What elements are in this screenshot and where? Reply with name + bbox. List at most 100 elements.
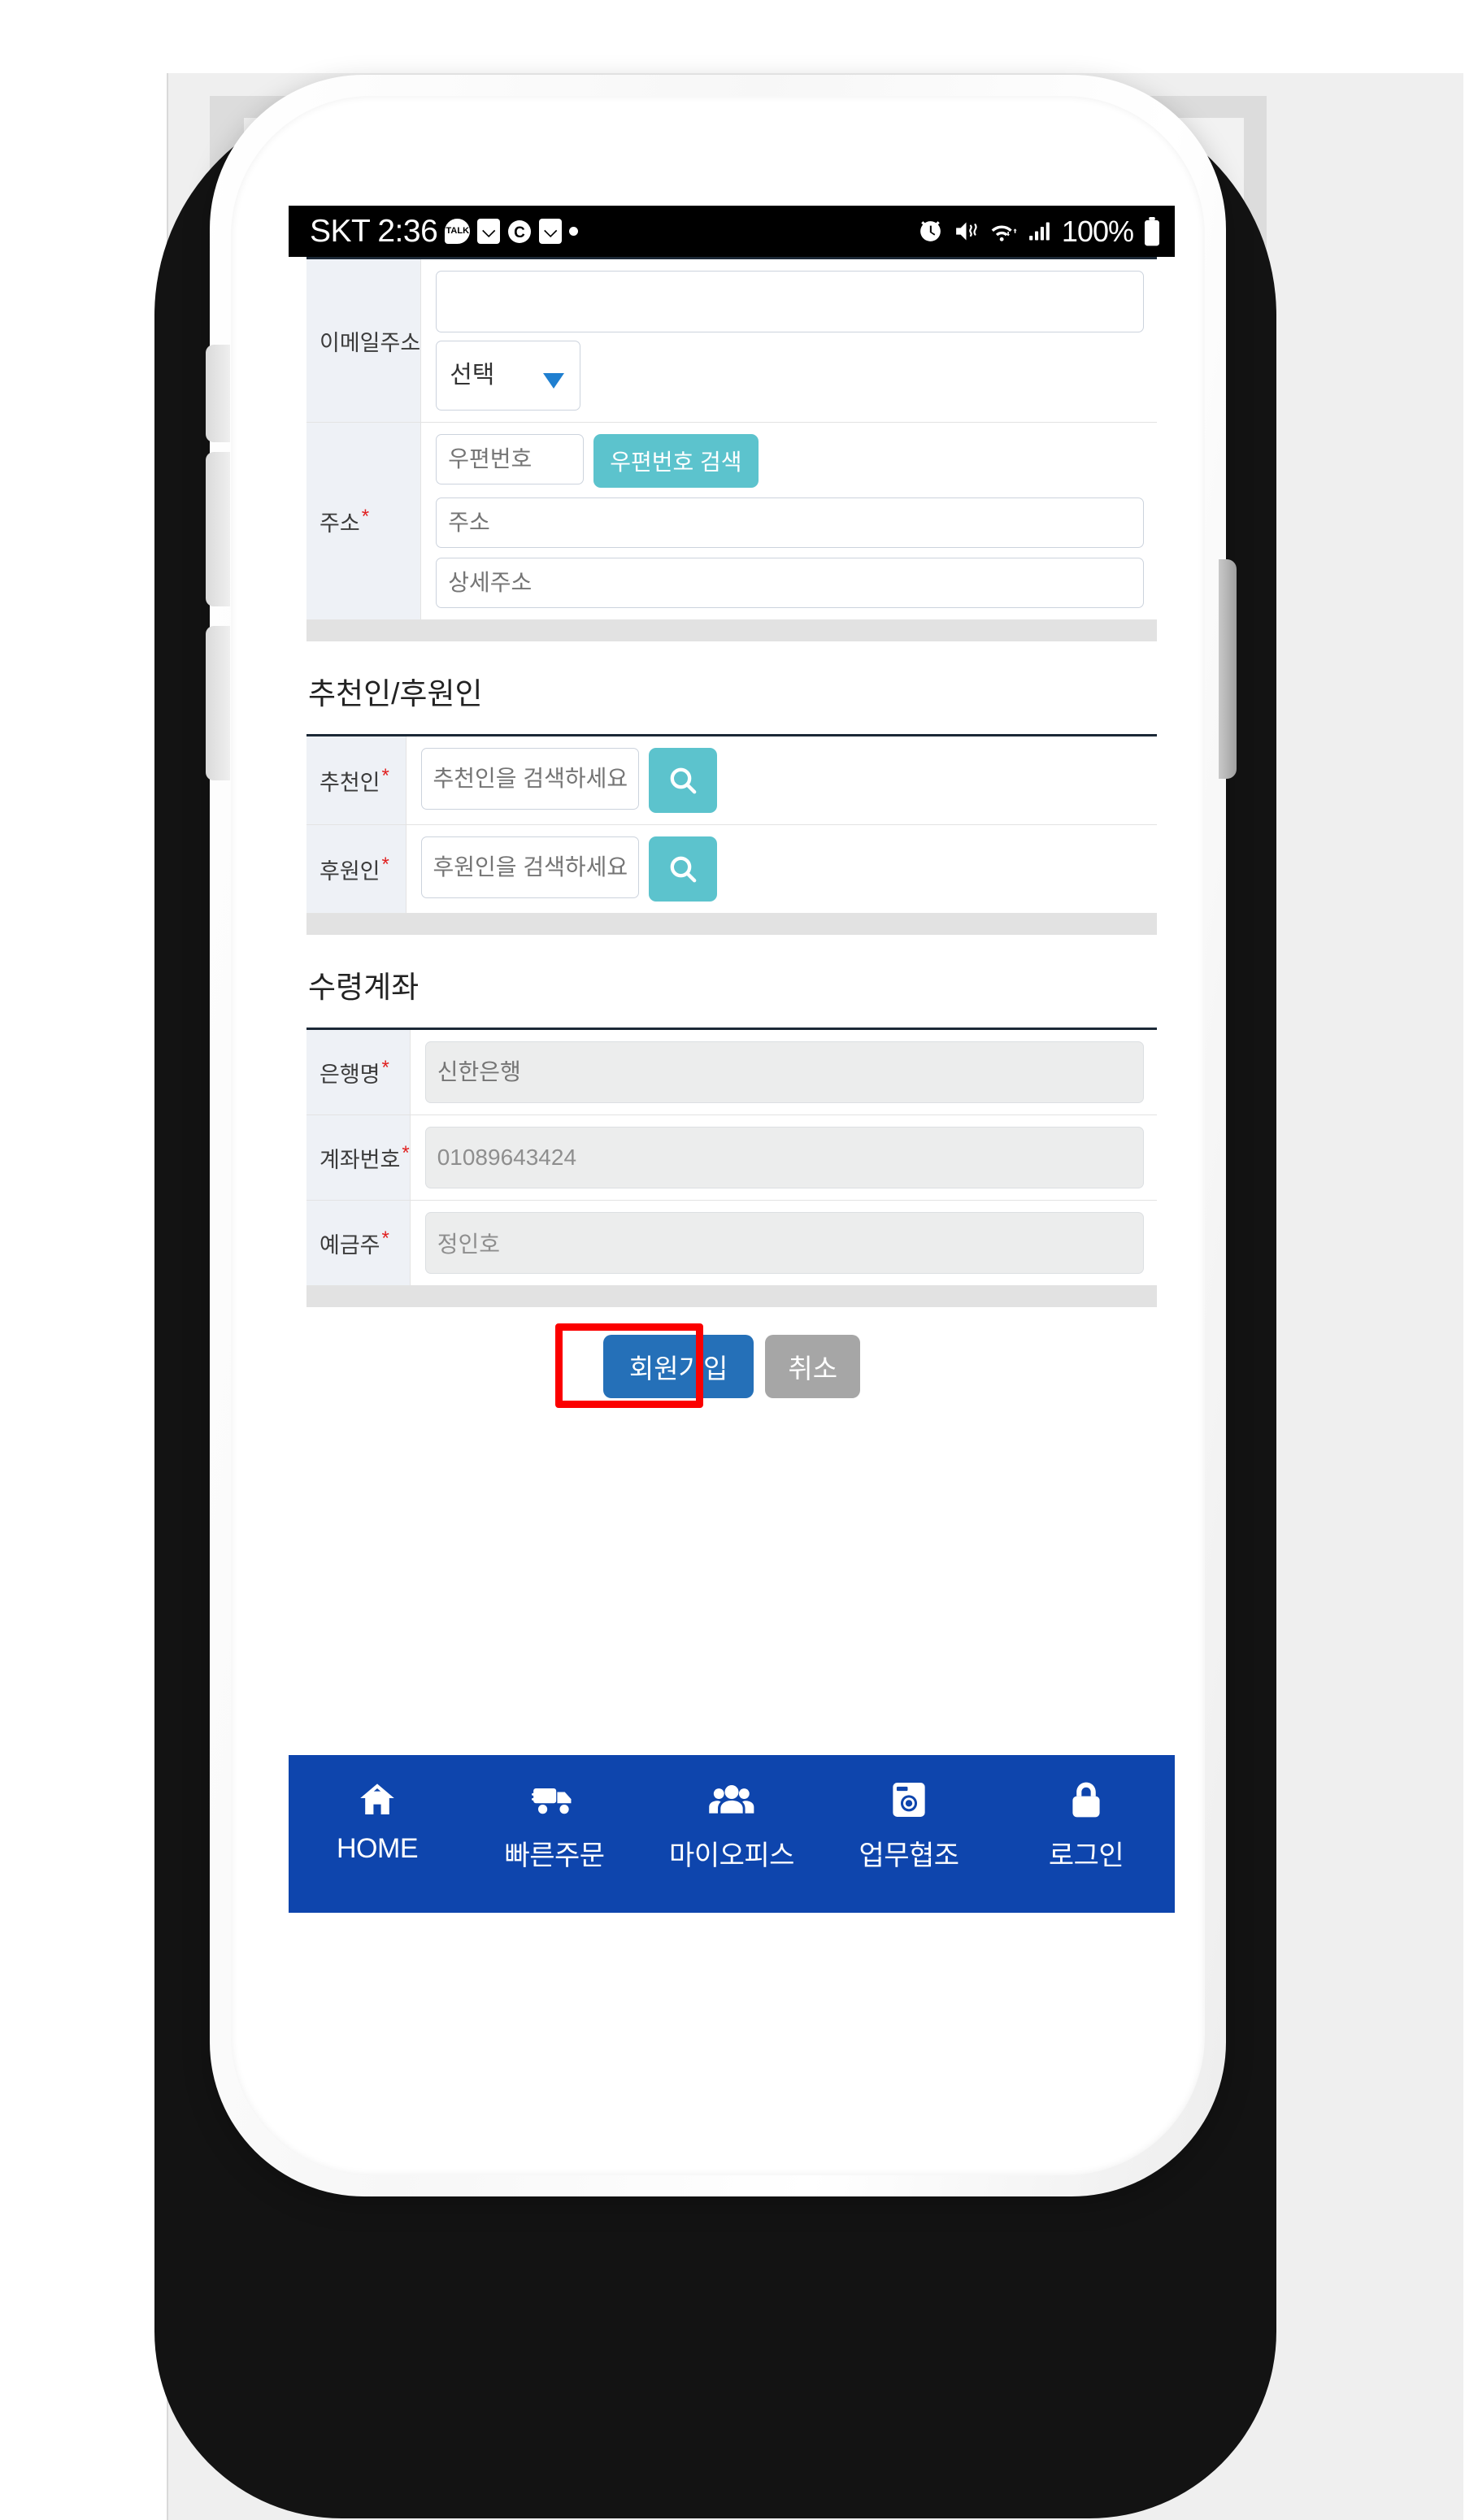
referrer-table: 추천인* 추천인을 검색하세요 후원인* 후원인을 검색하세요	[306, 734, 1157, 914]
users-icon	[708, 1776, 755, 1823]
zip-row: 우편번호 검색	[436, 434, 1144, 488]
label-account-number-text: 계좌번호	[320, 1147, 401, 1172]
account-number-input[interactable]	[424, 1127, 1144, 1188]
table-row-account-holder: 예금주*	[306, 1200, 1157, 1286]
clock-label: 2:36	[377, 213, 438, 249]
address-detail-input[interactable]	[436, 558, 1144, 608]
search-icon	[667, 764, 699, 797]
label-bank-name: 은행명*	[306, 1028, 411, 1115]
address-input[interactable]	[436, 497, 1144, 548]
nav-item-login[interactable]: 로그인	[1005, 1776, 1167, 1873]
label-referrer: 추천인*	[306, 735, 406, 825]
email-input[interactable]	[436, 271, 1144, 332]
page-content: 이메일주소 선택 주소* 우편번호 우편번호 검색 주소 상세주소 추천인/후원…	[289, 257, 1175, 1913]
required-marker: *	[381, 1227, 389, 1249]
sponsor-input[interactable]	[420, 836, 639, 898]
cell-referrer	[406, 735, 1157, 825]
nav-item-myoffice[interactable]: 마이오피스	[650, 1776, 813, 1873]
search-icon	[667, 853, 699, 885]
referrer-section-heading: 추천인/후원인	[308, 677, 483, 710]
table-row-referrer: 추천인*	[306, 735, 1157, 825]
label-email-text: 이메일주소	[320, 330, 421, 355]
battery-percent-label: 100%	[1061, 214, 1134, 248]
wifi-icon	[989, 218, 1017, 245]
label-sponsor: 후원인*	[306, 824, 406, 914]
nav-label-collaboration: 업무협조	[859, 1840, 959, 1871]
cell-account-number	[410, 1114, 1157, 1201]
camera-icon	[889, 1776, 928, 1823]
table-row-address: 주소* 우편번호 검색	[306, 422, 1157, 620]
lock-icon	[1068, 1776, 1104, 1823]
table-row-sponsor: 후원인*	[306, 824, 1157, 914]
signal-icon	[1026, 218, 1053, 245]
label-account-holder: 예금주*	[306, 1200, 411, 1286]
required-marker: *	[402, 1141, 410, 1164]
label-account-number: 계좌번호*	[306, 1114, 411, 1201]
required-marker: *	[381, 853, 389, 875]
cell-account-holder	[410, 1200, 1157, 1286]
table-row-bank: 은행명*	[306, 1028, 1157, 1115]
home-icon	[356, 1776, 398, 1823]
truck-icon	[532, 1776, 577, 1823]
referrer-search-button[interactable]	[648, 748, 717, 813]
nav-item-quick-order[interactable]: 빠른주문	[473, 1776, 636, 1873]
cancel-button[interactable]: 취소	[765, 1335, 861, 1398]
required-marker: *	[381, 764, 389, 787]
label-referrer-text: 추천인	[320, 770, 380, 795]
nav-label-login: 로그인	[1048, 1840, 1124, 1871]
email-domain-select-wrapper: 선택	[436, 341, 581, 411]
referrer-search-row	[420, 748, 1145, 813]
dot-icon	[569, 227, 579, 236]
zipcode-search-button[interactable]: 우편번호 검색	[593, 434, 759, 488]
account-table: 은행명* 계좌번호* 예금주*	[306, 1028, 1157, 1286]
battery-icon	[1142, 216, 1162, 246]
smile-icon-2: ⌵	[539, 219, 563, 244]
label-address: 주소*	[306, 422, 422, 620]
table-row-email: 이메일주소 선택	[306, 258, 1157, 423]
bank-name-input[interactable]	[424, 1041, 1144, 1103]
sponsor-search-button[interactable]	[648, 836, 717, 902]
cell-email: 선택	[420, 258, 1157, 423]
required-marker: *	[361, 505, 370, 528]
label-email: 이메일주소	[306, 258, 422, 423]
required-marker: *	[381, 1056, 389, 1079]
kakaotalk-icon: TALK	[445, 219, 471, 244]
label-sponsor-text: 후원인	[320, 858, 380, 884]
personal-info-table: 이메일주소 선택 주소* 우편번호 우편번호 검색 주소 상세주소	[306, 257, 1157, 620]
form-actions: 회원가입 취소	[289, 1323, 1175, 1408]
referrer-table-footer	[306, 914, 1157, 935]
account-holder-input[interactable]	[424, 1212, 1144, 1274]
nav-item-home[interactable]: HOME	[296, 1776, 459, 1865]
account-table-footer	[306, 1286, 1157, 1307]
status-bar-left: SKT 2:36 TALK ⌵ C ⌵	[310, 213, 579, 250]
referrer-input[interactable]	[420, 748, 639, 810]
alarm-icon	[917, 218, 944, 245]
phone-button-volume-down[interactable]	[206, 626, 230, 780]
table-row-account-number: 계좌번호*	[306, 1114, 1157, 1201]
c-icon: C	[507, 219, 532, 244]
label-account-holder-text: 예금주	[320, 1232, 380, 1258]
phone-button-power[interactable]	[1219, 559, 1237, 779]
personal-info-table-footer	[306, 620, 1157, 641]
carrier-label: SKT	[310, 213, 371, 249]
phone-screen: SKT 2:36 TALK ⌵ C ⌵ 100% 이메일주소 선택 주소* 우편…	[289, 206, 1175, 1913]
account-section-heading: 수령계좌	[308, 971, 420, 1004]
mute-icon	[953, 218, 980, 245]
nav-label-myoffice: 마이오피스	[669, 1840, 794, 1871]
nav-label-home: HOME	[337, 1833, 419, 1864]
zipcode-input[interactable]	[436, 434, 585, 484]
label-bank-name-text: 은행명	[320, 1062, 380, 1087]
bottom-navigation-bar: HOME 빠른주문 마이오피스 업무협조 로그인	[289, 1755, 1175, 1913]
sponsor-search-row	[420, 836, 1145, 902]
signup-submit-button[interactable]: 회원가입	[602, 1335, 754, 1398]
smile-icon: ⌵	[477, 219, 501, 244]
label-address-text: 주소	[320, 511, 360, 536]
nav-label-quick-order: 빠른주문	[504, 1840, 605, 1871]
phone-button-volume-up[interactable]	[206, 452, 230, 606]
cell-sponsor	[406, 824, 1157, 914]
nav-item-collaboration[interactable]: 업무협조	[828, 1776, 990, 1873]
email-domain-select[interactable]: 선택	[436, 341, 581, 411]
cell-address: 우편번호 검색	[420, 422, 1157, 620]
status-bar-right: 100%	[917, 215, 1162, 249]
phone-button-silent[interactable]	[206, 345, 230, 442]
